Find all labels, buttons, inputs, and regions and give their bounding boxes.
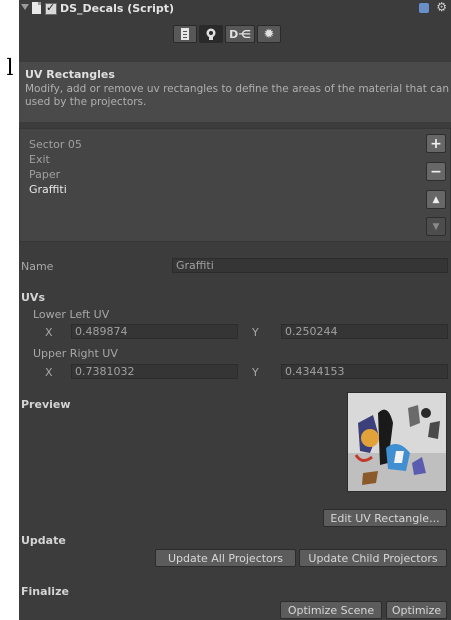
help-book-icon[interactable]	[419, 3, 429, 13]
uvs-heading: UVs	[21, 291, 45, 304]
upper-right-uv-label: Upper Right UV	[33, 347, 118, 360]
graffiti-texture-image	[348, 393, 446, 491]
uv-list-mode-button[interactable]	[173, 25, 197, 43]
name-field[interactable]: Graffiti	[172, 258, 448, 273]
list-item[interactable]: Exit	[29, 153, 50, 166]
options-mode-button[interactable]: ✹	[257, 25, 281, 43]
script-file-icon	[32, 2, 41, 14]
inspector-panel: DS_Decals (Script) ⚙ D⋲ ✹ UV Rectangles …	[19, 0, 451, 620]
list-item-selected[interactable]: Graffiti	[29, 183, 67, 196]
edit-uv-rectangle-button[interactable]: Edit UV Rectangle...	[323, 509, 447, 527]
lightbulb-icon	[206, 28, 216, 40]
lower-left-x-field[interactable]: 0.489874	[71, 324, 238, 339]
update-heading: Update	[21, 534, 66, 547]
projector-mode-button[interactable]	[199, 25, 223, 43]
update-child-projectors-button[interactable]: Update Child Projectors	[299, 549, 447, 567]
component-title: DS_Decals (Script)	[60, 2, 175, 15]
component-header[interactable]: DS_Decals (Script) ⚙	[19, 0, 451, 18]
background-letter: l	[6, 56, 14, 81]
upper-right-x-label: X	[45, 366, 53, 379]
list-item[interactable]: Paper	[29, 168, 60, 181]
mode-toolbar: D⋲ ✹	[173, 25, 303, 45]
cog-icon: ✹	[263, 26, 275, 42]
uv-rectangle-list: Sector 05 Exit Paper Graffiti + − ▲ ▼	[19, 128, 451, 242]
lower-left-x-label: X	[45, 326, 53, 339]
finalize-heading: Finalize	[21, 585, 69, 598]
upper-right-y-label: Y	[252, 366, 259, 379]
add-button[interactable]: +	[426, 134, 446, 153]
list-item[interactable]: Sector 05	[29, 138, 82, 151]
remove-button[interactable]: −	[426, 162, 446, 181]
preview-image	[347, 392, 447, 492]
optimize-scene-button[interactable]: Optimize Scene	[280, 601, 382, 619]
lower-left-uv-label: Lower Left UV	[33, 308, 110, 321]
optimize-button[interactable]: Optimize	[386, 601, 447, 619]
update-all-projectors-button[interactable]: Update All Projectors	[155, 549, 296, 567]
lower-left-y-label: Y	[252, 326, 259, 339]
upper-right-y-field[interactable]: 0.4344153	[281, 364, 448, 379]
uv-rectangles-info: UV Rectangles Modify, add or remove uv r…	[19, 62, 451, 122]
document-icon	[181, 28, 189, 40]
info-description: Modify, add or remove uv rectangles to d…	[25, 83, 450, 108]
lower-left-y-field[interactable]: 0.250244	[281, 324, 448, 339]
preview-heading: Preview	[21, 398, 71, 411]
upper-right-x-field[interactable]: 0.7381032	[71, 364, 238, 379]
move-up-button[interactable]: ▲	[426, 190, 446, 209]
decal-mode-button[interactable]: D⋲	[225, 25, 255, 43]
info-heading: UV Rectangles	[25, 68, 115, 81]
name-label: Name	[21, 260, 54, 273]
settings-gear-icon[interactable]: ⚙	[436, 0, 447, 14]
component-enabled-checkbox[interactable]	[45, 1, 57, 15]
move-down-button[interactable]: ▼	[426, 217, 446, 236]
foldout-arrow-icon[interactable]	[21, 4, 29, 10]
decal-d-icon: D⋲	[229, 27, 251, 41]
